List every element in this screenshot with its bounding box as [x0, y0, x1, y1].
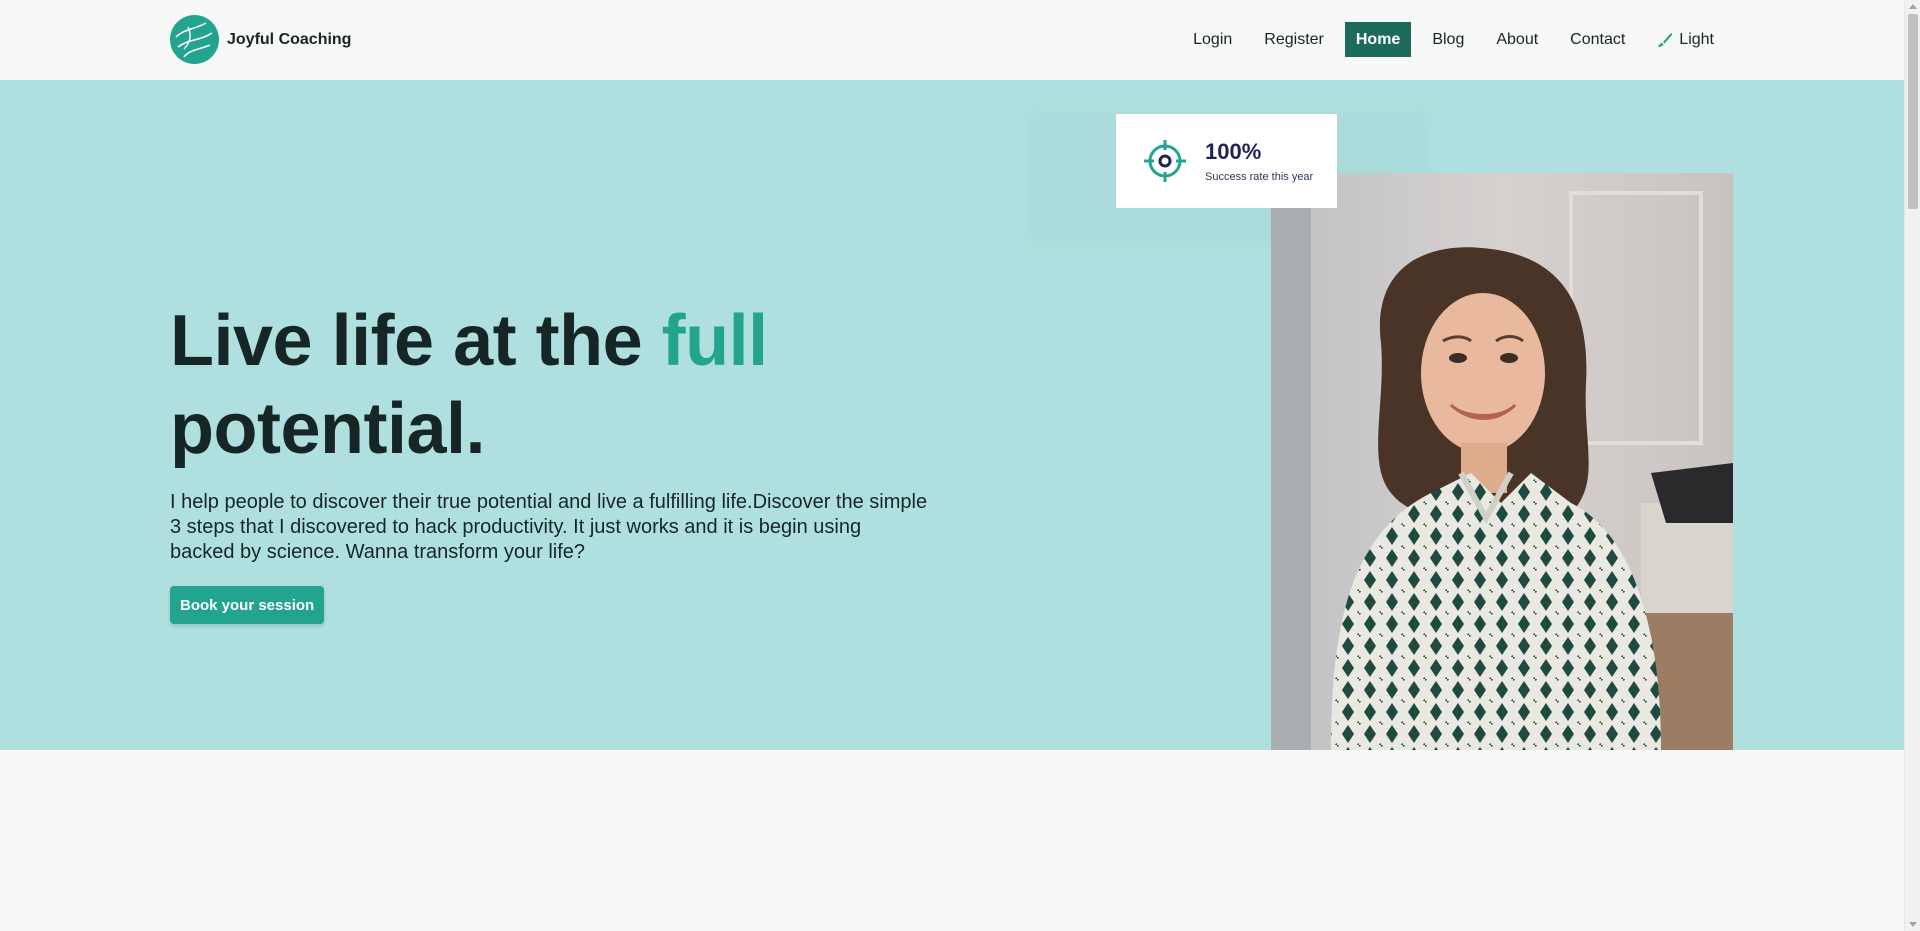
nav-blog-link[interactable]: Blog: [1421, 22, 1475, 57]
brush-icon: [1657, 32, 1673, 48]
coach-portrait-image: [1271, 173, 1733, 750]
hero-title-suffix: potential.: [170, 389, 486, 469]
hero-section: Live life at the full potential. I help p…: [0, 80, 1904, 750]
nav-home-link[interactable]: Home: [1344, 22, 1412, 57]
nav-login-link[interactable]: Login: [1182, 22, 1243, 57]
nav-about-link[interactable]: About: [1485, 22, 1549, 57]
brand-link[interactable]: Joyful Coaching: [170, 15, 351, 64]
site-header: Joyful Coaching Login Register Home Blog…: [0, 0, 1904, 80]
hero-title-prefix: Live life at the: [170, 301, 662, 381]
hero-description: I help people to discover their true pot…: [170, 491, 928, 563]
hero-title-accent: full: [661, 301, 768, 381]
main-nav: Login Register Home Blog About Contact L…: [1182, 22, 1725, 57]
scrollbar-thumb[interactable]: [1908, 14, 1918, 209]
nav-register-link[interactable]: Register: [1253, 22, 1335, 57]
nav-contact-link[interactable]: Contact: [1559, 22, 1636, 57]
page-scrollbar[interactable]: [1904, 0, 1920, 931]
stat-label: Success rate this year: [1205, 171, 1314, 183]
theme-toggle-label: Light: [1679, 31, 1714, 48]
scroll-up-arrow-icon[interactable]: [1909, 4, 1917, 9]
brand-name: Joyful Coaching: [227, 30, 352, 48]
target-icon: [1143, 139, 1187, 183]
book-session-button[interactable]: Book your session: [170, 586, 325, 624]
brand-logo-icon: [170, 15, 219, 64]
theme-toggle-button[interactable]: Light: [1646, 22, 1725, 57]
success-stat-card: 100% Success rate this year: [1116, 114, 1337, 208]
scroll-down-arrow-icon[interactable]: [1909, 922, 1917, 927]
stat-text: 100% Success rate this year: [1205, 139, 1313, 183]
hero-title: Live life at the full potential.: [170, 297, 930, 473]
stat-value: 100%: [1205, 139, 1262, 164]
